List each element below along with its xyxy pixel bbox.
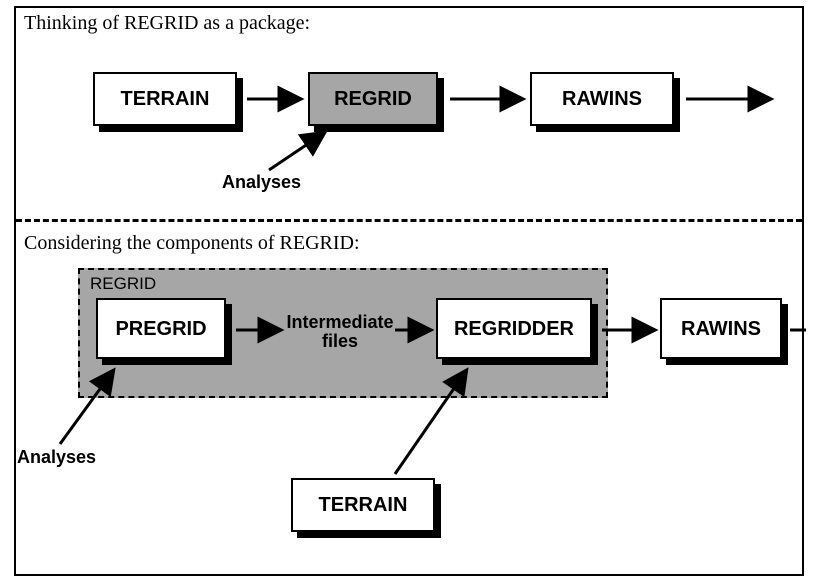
box-regridder-label: REGRIDDER: [436, 298, 592, 359]
box-terrain-bottom: TERRAIN: [291, 478, 435, 532]
label-analyses-top: Analyses: [222, 173, 301, 192]
label-intermediate-files: Intermediate files: [270, 313, 410, 351]
box-rawins-bottom-label: RAWINS: [660, 298, 782, 359]
regrid-container-title: REGRID: [90, 274, 156, 294]
box-terrain-bottom-label: TERRAIN: [291, 478, 435, 532]
caption-bottom: Considering the components of REGRID:: [24, 232, 360, 255]
box-pregrid: PREGRID: [96, 298, 226, 359]
box-regrid-top-label: REGRID: [308, 72, 438, 126]
box-rawins-top: RAWINS: [530, 72, 674, 126]
label-analyses-bottom: Analyses: [17, 448, 96, 467]
box-rawins-top-label: RAWINS: [530, 72, 674, 126]
box-rawins-bottom: RAWINS: [660, 298, 782, 359]
box-terrain-top-label: TERRAIN: [93, 72, 237, 126]
section-separator: [16, 219, 802, 222]
caption-top: Thinking of REGRID as a package:: [24, 12, 310, 35]
diagram-canvas: Thinking of REGRID as a package: TERRAIN…: [0, 0, 818, 582]
box-regrid-top: REGRID: [308, 72, 438, 126]
box-terrain-top: TERRAIN: [93, 72, 237, 126]
box-regridder: REGRIDDER: [436, 298, 592, 359]
box-pregrid-label: PREGRID: [96, 298, 226, 359]
